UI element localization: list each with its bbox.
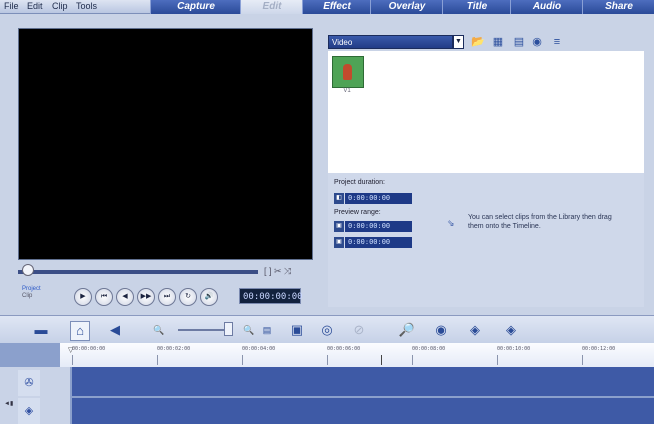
- play-button[interactable]: ▶: [74, 288, 92, 306]
- menu-and-step-bar: File Edit Clip Tools Capture Edit Effect…: [0, 0, 654, 14]
- options-icon[interactable]: ▤: [512, 35, 526, 49]
- tab-overlay[interactable]: Overlay: [370, 0, 443, 14]
- preview-end-value[interactable]: 0:00:00:00: [345, 237, 412, 248]
- menu-file[interactable]: File: [4, 1, 19, 11]
- project-duration-value: 0:00:00:00: [345, 193, 412, 204]
- tab-share[interactable]: Share: [582, 0, 654, 14]
- overlay-track[interactable]: [72, 398, 654, 424]
- volume-button[interactable]: 🔊: [200, 288, 218, 306]
- preview-end-field[interactable]: ▣ 0:00:00:00: [334, 237, 412, 248]
- scrub-knob[interactable]: [22, 264, 34, 276]
- clip-label[interactable]: Clip: [22, 293, 41, 300]
- play-clip-icon[interactable]: ◉: [530, 35, 544, 49]
- preview-start-field[interactable]: ▣ 0:00:00:00: [334, 221, 412, 232]
- storyboard-view-icon[interactable]: ▬: [32, 321, 50, 339]
- person-figure: [343, 64, 352, 80]
- drag-hint-icon: ⇘: [447, 218, 455, 228]
- ruler-tick-line: [157, 355, 158, 365]
- menu-edit[interactable]: Edit: [27, 1, 43, 11]
- fit-project-icon[interactable]: ▤: [258, 321, 276, 339]
- clip-name: V1: [343, 88, 351, 94]
- zoom-slider-knob[interactable]: [224, 322, 233, 336]
- tab-edit[interactable]: Edit: [240, 0, 303, 14]
- storyboard-icon[interactable]: ▦: [491, 35, 505, 49]
- disabled-icon[interactable]: ⊘: [350, 321, 368, 339]
- previous-frame-button[interactable]: ◀: [116, 288, 134, 306]
- tab-title[interactable]: Title: [442, 0, 511, 14]
- ruler-tick-line: [72, 355, 73, 365]
- library-category-select[interactable]: Video: [328, 35, 453, 49]
- chapter-icon[interactable]: ◉: [432, 321, 450, 339]
- menu-icon[interactable]: ≡: [550, 35, 564, 49]
- ruler-tick: 00:00:00:00: [72, 346, 106, 352]
- ruler-tick-line: [327, 355, 328, 365]
- preview-range-label: Preview range:: [334, 209, 381, 216]
- time-ruler[interactable]: ▽ 00:00:00:00 00:00:02:00 00:00:04:00 00…: [60, 343, 654, 367]
- auto-music-icon[interactable]: ◈: [502, 321, 520, 339]
- insert-media-icon[interactable]: ▣: [288, 321, 306, 339]
- ruler-tick-line: [582, 355, 583, 365]
- zoom-out-icon[interactable]: 🔍: [150, 321, 168, 339]
- home-button[interactable]: ⏮: [95, 288, 113, 306]
- scrubber[interactable]: [ ] ✂ ⤨: [18, 264, 313, 282]
- ruler-tick-line: [497, 355, 498, 365]
- project-duration-field: ◧ 0:00:00:00: [334, 193, 412, 204]
- ruler-tick-line: [412, 355, 413, 365]
- duration-icon: ◧: [334, 193, 344, 204]
- audio-view-icon[interactable]: ◀: [106, 321, 124, 339]
- tab-capture[interactable]: Capture: [150, 0, 241, 14]
- zoom-in-icon[interactable]: 🔍: [240, 321, 258, 339]
- timecode-display[interactable]: 00:00:00:00: [239, 288, 303, 304]
- ruler-tick: 00:00:10:00: [497, 346, 531, 352]
- player-controls: Project Clip ▶ ⏮ ◀ ▶▶ ⏭ ↻ 🔊 00:00:00:00: [22, 286, 322, 308]
- clip-thumbnail[interactable]: [332, 56, 364, 88]
- library-panel[interactable]: V1: [328, 51, 644, 173]
- video-track-icon[interactable]: ✇: [18, 370, 40, 396]
- ruler-tick-line: [242, 355, 243, 365]
- menu-tools[interactable]: Tools: [76, 1, 97, 11]
- track-toggle[interactable]: ◄▮: [4, 400, 13, 407]
- ruler-tick: 00:00:02:00: [157, 346, 191, 352]
- tab-effect[interactable]: Effect: [302, 0, 371, 14]
- ruler-tick: 00:00:12:00: [582, 346, 616, 352]
- next-frame-button[interactable]: ▶▶: [137, 288, 155, 306]
- mark-in-icon: ▣: [334, 221, 344, 232]
- hint-text: You can select clips from the Library th…: [468, 214, 612, 230]
- timeline: ▽ 00:00:00:00 00:00:02:00 00:00:04:00 00…: [0, 343, 654, 424]
- mark-out-icon: ▣: [334, 237, 344, 248]
- project-clip-toggle[interactable]: Project Clip: [22, 286, 41, 300]
- ruler-tick: 00:00:06:00: [327, 346, 361, 352]
- preview-start-value[interactable]: 0:00:00:00: [345, 221, 412, 232]
- project-duration-label: Project duration:: [334, 179, 385, 186]
- overlay-track-icon[interactable]: ◈: [18, 398, 40, 424]
- ruler-tick: 00:00:04:00: [242, 346, 276, 352]
- audio-mixer-icon[interactable]: ◈: [466, 321, 484, 339]
- tab-audio[interactable]: Audio: [510, 0, 583, 14]
- end-button[interactable]: ⏭: [158, 288, 176, 306]
- track-headers: ◄▮ ✇ ◈: [0, 367, 70, 424]
- ruler-tick: 00:00:08:00: [412, 346, 446, 352]
- folder-icon[interactable]: 📂: [471, 35, 485, 49]
- menu-clip[interactable]: Clip: [52, 1, 68, 11]
- library-toolbar: Video ▼ 📂 ▦ ▤ ◉ ≡: [328, 35, 644, 51]
- current-position-line: [381, 355, 382, 365]
- timeline-view-icon[interactable]: ⌂: [70, 321, 90, 341]
- project-label[interactable]: Project: [22, 286, 41, 293]
- info-panel: Project duration: ◧ 0:00:00:00 Preview r…: [328, 173, 644, 307]
- record-icon[interactable]: ◎: [318, 321, 336, 339]
- preview-window: [18, 28, 313, 260]
- scrub-track[interactable]: [18, 270, 258, 274]
- repeat-button[interactable]: ↻: [179, 288, 197, 306]
- chevron-down-icon[interactable]: ▼: [453, 35, 464, 49]
- video-track[interactable]: [72, 367, 654, 396]
- track-manager-icon[interactable]: 🔎: [398, 321, 416, 339]
- timeline-toolbar: ▬ ⌂ ◀ 🔍 🔍 ▤ ▣ ◎ ⊘ 🔎 ◉ ◈ ◈: [0, 315, 654, 343]
- trim-markers[interactable]: [ ] ✂ ⤨: [264, 266, 291, 277]
